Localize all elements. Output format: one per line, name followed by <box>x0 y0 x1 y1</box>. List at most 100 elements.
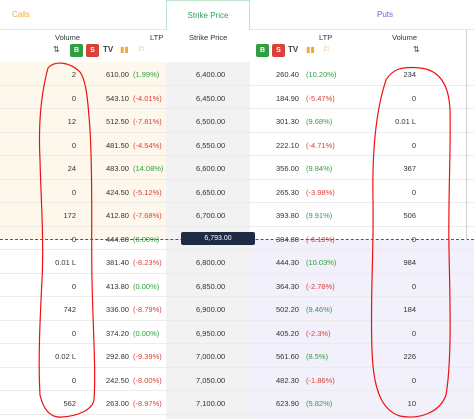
tab-strike-price[interactable]: Strike Price <box>166 0 250 30</box>
puts-ltp-cell: 482.30 <box>276 375 299 385</box>
table-row[interactable]: 562 263.00 7,100.00 623.90 10 (-8.97%) (5.82%) <box>0 391 474 415</box>
calls-volume-cell: 0 <box>71 328 76 338</box>
calls-volume-cell: 0 <box>71 281 76 291</box>
calls-change-cell: (-8.79%) <box>133 305 162 314</box>
tab-calls[interactable]: Calls <box>12 0 30 30</box>
calls-ltp-cell: 483.00 <box>106 164 129 173</box>
calls-ltp-cell: 481.50 <box>106 140 129 150</box>
puts-change-cell: (-3.98%) <box>306 187 335 197</box>
puts-volume-cell: 184 <box>403 305 416 314</box>
table-row[interactable]: 172 412.80 6,700.00 393.80 506 (-7.68%) (9.91%… <box>0 203 474 227</box>
puts-change-cell: (10.20%) <box>306 70 337 79</box>
puts-sell-button[interactable]: S <box>272 44 285 57</box>
calls-volume-cell: 562 <box>63 399 76 408</box>
strike-price-cell: 6,700.00 <box>196 211 226 220</box>
puts-volume-cell: 984 <box>403 258 416 267</box>
table-row[interactable]: 0 374.20 6,950.00 405.20 0 (0.00%) (-2.3%) <box>0 321 474 344</box>
calls-volume-cell: 172 <box>63 211 76 220</box>
calls-ltp-header[interactable]: LTP <box>150 33 163 42</box>
puts-change-cell: (9.68%) <box>306 117 333 126</box>
calls-ltp-cell: 374.20 <box>106 328 129 338</box>
puts-change-cell: (10.03%) <box>306 258 337 267</box>
puts-change-cell: (-2.78%) <box>306 281 335 291</box>
puts-volume-cell: 0 <box>411 281 416 291</box>
bookmark-icon[interactable]: ⚐ <box>323 45 330 54</box>
calls-change-cell: (-8.00%) <box>133 375 162 385</box>
puts-volume-cell: 0 <box>411 93 416 103</box>
puts-change-cell: (-2.3%) <box>306 328 331 338</box>
calls-change-cell: (-4.01%) <box>133 93 162 103</box>
calls-ltp-cell: 381.40 <box>106 258 129 267</box>
puts-buy-button[interactable]: B <box>256 44 269 57</box>
puts-change-cell: (5.82%) <box>306 399 333 408</box>
table-row[interactable]: 742 336.00 6,900.00 502.20 184 (-8.79%) (9.46%… <box>0 297 474 321</box>
calls-ltp-cell: 413.80 <box>106 281 129 291</box>
strike-price-cell: 6,650.00 <box>196 187 226 197</box>
chart-icon[interactable]: ▮▮ <box>306 45 315 54</box>
tab-puts[interactable]: Puts <box>377 0 393 30</box>
table-row[interactable]: 12 512.50 6,500.00 301.30 0.01 L (-7.81%) (9.6… <box>0 109 474 133</box>
table-row[interactable]: 2 610.00 6,400.00 260.40 234 (1.99%) (10.20%) <box>0 62 474 86</box>
puts-volume-cell: 0.01 L <box>395 117 416 126</box>
calls-change-cell: (-5.12%) <box>133 187 162 197</box>
filter-icon[interactable]: ⇅ <box>53 45 60 54</box>
strike-price-cell: 6,400.00 <box>196 70 226 79</box>
calls-volume-cell: 0.02 L <box>55 352 76 361</box>
puts-ltp-cell: 393.80 <box>276 211 299 220</box>
strike-price-cell: 6,450.00 <box>196 93 226 103</box>
table-row[interactable]: 0 481.50 6,550.00 222.10 0 (-4.54%) (-4.71%) <box>0 133 474 156</box>
table-row[interactable]: 0.01 L 381.40 6,800.00 444.30 984 (-8.23%) (10… <box>0 250 474 274</box>
puts-volume-cell: 506 <box>403 211 416 220</box>
puts-change-cell: (-1.86%) <box>306 375 335 385</box>
table-row[interactable]: 24 483.00 6,600.00 356.00 367 (14.08%) (9.84%) <box>0 156 474 180</box>
table-row[interactable]: 0 242.50 7,050.00 482.30 0 (-8.00%) (-1.86%) <box>0 368 474 391</box>
calls-volume-cell: 0.01 L <box>55 258 76 267</box>
puts-ltp-header[interactable]: LTP <box>319 33 332 42</box>
puts-ltp-cell: 444.30 <box>276 258 299 267</box>
table-row[interactable]: 0207.907,150.00549.300(-8.25%)(-1.93%) <box>0 415 474 419</box>
calls-change-cell: (1.99%) <box>133 70 160 79</box>
calls-volume-cell: 2 <box>71 70 76 79</box>
calls-ltp-cell: 424.50 <box>106 187 129 197</box>
bookmark-icon[interactable]: ⚐ <box>138 45 145 54</box>
calls-ltp-cell: 336.00 <box>106 305 129 314</box>
puts-volume-cell: 0 <box>411 140 416 150</box>
calls-ltp-cell: 263.00 <box>106 399 129 408</box>
table-row[interactable]: 0.02 L 292.80 7,000.00 561.60 226 (-9.39%) (8.… <box>0 344 474 368</box>
table-row[interactable]: 0 543.10 6,450.00 184.90 0 (-4.01%) (-5.47%) <box>0 86 474 109</box>
puts-volume-cell: 367 <box>403 164 416 173</box>
table-row[interactable]: 0 424.50 6,650.00 265.30 0 (-5.12%) (-3.98%) <box>0 180 474 203</box>
option-chain-tabs: Calls Strike Price Puts <box>0 0 474 30</box>
strike-price-cell: 6,950.00 <box>196 328 226 338</box>
strike-price-cell: 6,600.00 <box>196 164 226 173</box>
puts-change-cell: (-5.47%) <box>306 93 335 103</box>
scroll-accent <box>466 30 474 240</box>
puts-ltp-cell: 184.90 <box>276 93 299 103</box>
table-row[interactable]: 0 413.80 6,850.00 364.30 0 (0.00%) (-2.78%) <box>0 274 474 297</box>
spot-price-badge: 6,793.00 <box>181 232 255 245</box>
puts-change-cell: (8.5%) <box>306 352 329 361</box>
puts-volume-header[interactable]: Volume <box>392 33 417 42</box>
calls-volume-cell: 0 <box>71 93 76 103</box>
puts-change-cell: (9.91%) <box>306 211 333 220</box>
filter-icon[interactable]: ⇅ <box>413 45 420 54</box>
calls-volume-header[interactable]: Volume <box>55 33 80 42</box>
calls-ltp-cell: 242.50 <box>106 375 129 385</box>
puts-ltp-cell: 405.20 <box>276 328 299 338</box>
calls-change-cell: (14.08%) <box>133 164 164 173</box>
puts-change-cell: (-4.71%) <box>306 140 335 150</box>
calls-ltp-cell: 292.80 <box>106 352 129 361</box>
calls-sell-button[interactable]: S <box>86 44 99 57</box>
strike-price-cell: 7,100.00 <box>196 399 226 408</box>
chart-icon[interactable]: ▮▮ <box>120 45 129 54</box>
puts-ltp-cell: 260.40 <box>276 70 299 79</box>
calls-volume-cell: 0 <box>71 375 76 385</box>
calls-buy-button[interactable]: B <box>70 44 83 57</box>
strike-price-cell: 6,900.00 <box>196 305 226 314</box>
calls-change-cell: (-7.81%) <box>133 117 162 126</box>
tradingview-icon[interactable]: TV <box>103 45 113 54</box>
strike-price-header[interactable]: Strike Price <box>189 33 227 42</box>
puts-ltp-cell: 561.60 <box>276 352 299 361</box>
tradingview-icon[interactable]: TV <box>288 45 298 54</box>
calls-change-cell: (-4.54%) <box>133 140 162 150</box>
